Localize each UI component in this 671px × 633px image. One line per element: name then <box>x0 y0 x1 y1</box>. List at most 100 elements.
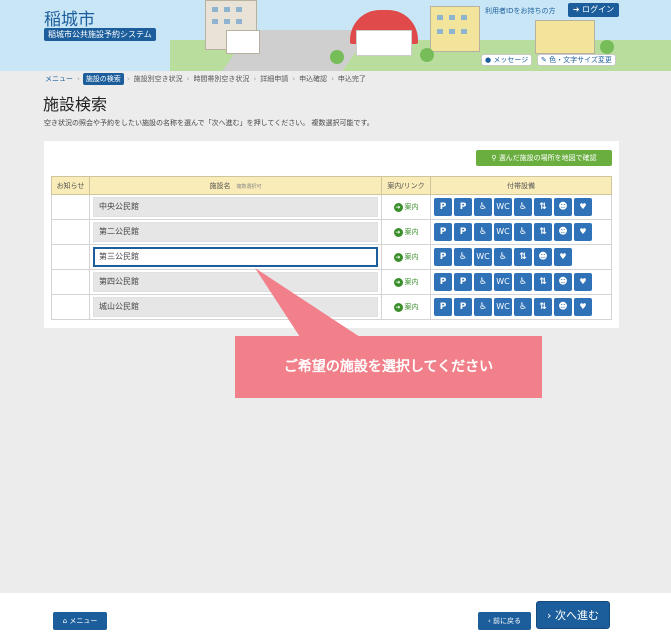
facility-option[interactable]: 第四公民館 <box>93 272 378 292</box>
table-row: 中央公民館 ➜ 案内 P P ♿ WC ♿ ⇅ ☻ ♥ <box>51 194 612 220</box>
login-icon: ➔ <box>572 5 580 14</box>
back-label: 前に戻る <box>493 617 522 625</box>
name-cell: 中央公民館 <box>89 194 382 220</box>
elevator-icon: ⇅ <box>514 248 532 266</box>
ostomate-toilet-icon: ♿ <box>514 298 532 316</box>
parking-icon: P <box>434 298 452 316</box>
login-button[interactable]: ➔ ログイン <box>568 3 619 17</box>
color-font-label: 色・文字サイズ変更 <box>549 56 612 64</box>
city-name: 稲城市 <box>44 10 95 30</box>
notice-cell <box>51 244 90 270</box>
color-font-button[interactable]: ✎ 色・文字サイズ変更 <box>537 54 616 66</box>
guide-label: 案内 <box>404 203 419 211</box>
aed-icon: ♥ <box>574 223 592 241</box>
office-illustration <box>535 20 595 54</box>
chevron-right-icon: › <box>186 75 190 83</box>
back-button[interactable]: ‹ 前に戻る <box>478 612 531 630</box>
header-amenities: 付帯設備 <box>430 176 612 195</box>
message-label: メッセージ <box>493 56 529 64</box>
ostomate-toilet-icon: ♿ <box>494 248 512 266</box>
arrow-circle-icon: ➜ <box>393 252 403 262</box>
guide-link[interactable]: ➜ 案内 <box>393 252 419 262</box>
breadcrumb-facility-search: 施設の検索 <box>82 73 124 85</box>
elevator-icon: ⇅ <box>534 223 552 241</box>
wheelchair-icon: ♿ <box>474 198 492 216</box>
facility-table: お知らせ 施設名 複数選択可 案内/リンク 付帯設備 中央公民館 ➜ 案内 P P ♿ W… <box>51 176 612 320</box>
guide-link[interactable]: ➜ 案内 <box>393 277 419 287</box>
breadcrumb-complete: 申込完了 <box>337 75 366 83</box>
elevator-icon: ⇅ <box>534 198 552 216</box>
parking-icon: P <box>434 198 452 216</box>
accessible-parking-icon: P <box>454 198 472 216</box>
next-button[interactable]: › 次へ進む <box>536 601 610 629</box>
notice-cell <box>51 294 90 320</box>
guide-link[interactable]: ➜ 案内 <box>393 227 419 237</box>
wheelchair-icon: ♿ <box>474 223 492 241</box>
next-label: 次へ進む <box>554 609 599 622</box>
menu-button[interactable]: ⌂ メニュー <box>53 612 107 630</box>
guide-label: 案内 <box>404 228 419 236</box>
site-header: 稲城市 稲城市公共施設予約システム 利用者IDをお持ちの方 ➔ ログイン ● メ… <box>0 0 671 71</box>
aed-icon: ♥ <box>554 248 572 266</box>
link-cell: ➜ 案内 <box>381 294 431 320</box>
amenities-cell: P P ♿ WC ♿ ⇅ ☻ ♥ <box>430 294 612 320</box>
arrow-circle-icon: ➜ <box>393 227 403 237</box>
menu-label: メニュー <box>69 617 98 625</box>
accessible-toilet-icon: WC <box>494 198 512 216</box>
table-row: 第三公民館 ➜ 案内 P ♿ WC ♿ ⇅ ☻ ♥ <box>51 244 612 270</box>
amenities-cell: P P ♿ WC ♿ ⇅ ☻ ♥ <box>430 219 612 245</box>
notice-cell <box>51 219 90 245</box>
aed-icon: ♥ <box>574 198 592 216</box>
link-cell: ➜ 案内 <box>381 269 431 295</box>
accessible-parking-icon: P <box>454 298 472 316</box>
guide-link[interactable]: ➜ 案内 <box>393 302 419 312</box>
baby-care-icon: ☻ <box>554 273 572 291</box>
user-id-text: 利用者IDをお持ちの方 <box>485 7 556 15</box>
tree-illustration <box>420 48 434 62</box>
link-cell: ➜ 案内 <box>381 194 431 220</box>
tree-illustration <box>600 40 614 54</box>
speech-bubble-icon: ● <box>485 56 492 64</box>
tower-illustration <box>430 6 480 52</box>
parking-icon: P <box>434 248 452 266</box>
table-header-row: お知らせ 施設名 複数選択可 案内/リンク 付帯設備 <box>51 176 612 195</box>
map-button[interactable]: ⚲ 選んだ施設の場所を地図で確認 <box>476 150 612 166</box>
accessible-parking-icon: P <box>454 223 472 241</box>
message-button[interactable]: ● メッセージ <box>481 54 533 66</box>
parking-icon: P <box>434 223 452 241</box>
table-row: 城山公民館 ➜ 案内 P P ♿ WC ♿ ⇅ ☻ ♥ <box>51 294 612 320</box>
name-cell: 第三公民館 <box>89 244 382 270</box>
chevron-right-icon: › <box>126 75 130 83</box>
notice-cell <box>51 269 90 295</box>
facility-option-selected[interactable]: 第三公民館 <box>93 247 378 267</box>
arrow-circle-icon: ➜ <box>393 302 403 312</box>
chevron-right-icon: › <box>292 75 296 83</box>
school-illustration <box>356 30 412 56</box>
breadcrumb: メニュー › 施設の検索 › 施設別空き状況 › 時間帯別空き状況 › 詳細申請… <box>44 73 367 85</box>
ostomate-toilet-icon: ♿ <box>514 273 532 291</box>
accessible-toilet-icon: WC <box>494 223 512 241</box>
header-notice: お知らせ <box>51 176 90 195</box>
guide-link[interactable]: ➜ 案内 <box>393 202 419 212</box>
breadcrumb-menu[interactable]: メニュー <box>44 74 74 84</box>
facility-option[interactable]: 中央公民館 <box>93 197 378 217</box>
guide-label: 案内 <box>404 303 419 311</box>
wheelchair-icon: ♿ <box>474 273 492 291</box>
arrow-circle-icon: ➜ <box>393 277 403 287</box>
accessible-toilet-icon: WC <box>494 273 512 291</box>
wheelchair-icon: ♿ <box>454 248 472 266</box>
pencil-icon: ✎ <box>541 56 547 64</box>
baby-care-icon: ☻ <box>554 223 572 241</box>
aed-icon: ♥ <box>574 273 592 291</box>
baby-care-icon: ☻ <box>534 248 552 266</box>
name-cell: 第四公民館 <box>89 269 382 295</box>
tree-illustration <box>330 50 344 64</box>
guide-label: 案内 <box>404 253 419 261</box>
chevron-right-icon: › <box>77 75 80 83</box>
facility-option[interactable]: 第二公民館 <box>93 222 378 242</box>
map-button-label: 選んだ施設の場所を地図で確認 <box>498 154 597 162</box>
chevron-right-icon: › <box>547 609 552 622</box>
facility-option[interactable]: 城山公民館 <box>93 297 378 317</box>
chevron-left-icon: ‹ <box>487 617 491 625</box>
amenities-cell: P P ♿ WC ♿ ⇅ ☻ ♥ <box>430 269 612 295</box>
